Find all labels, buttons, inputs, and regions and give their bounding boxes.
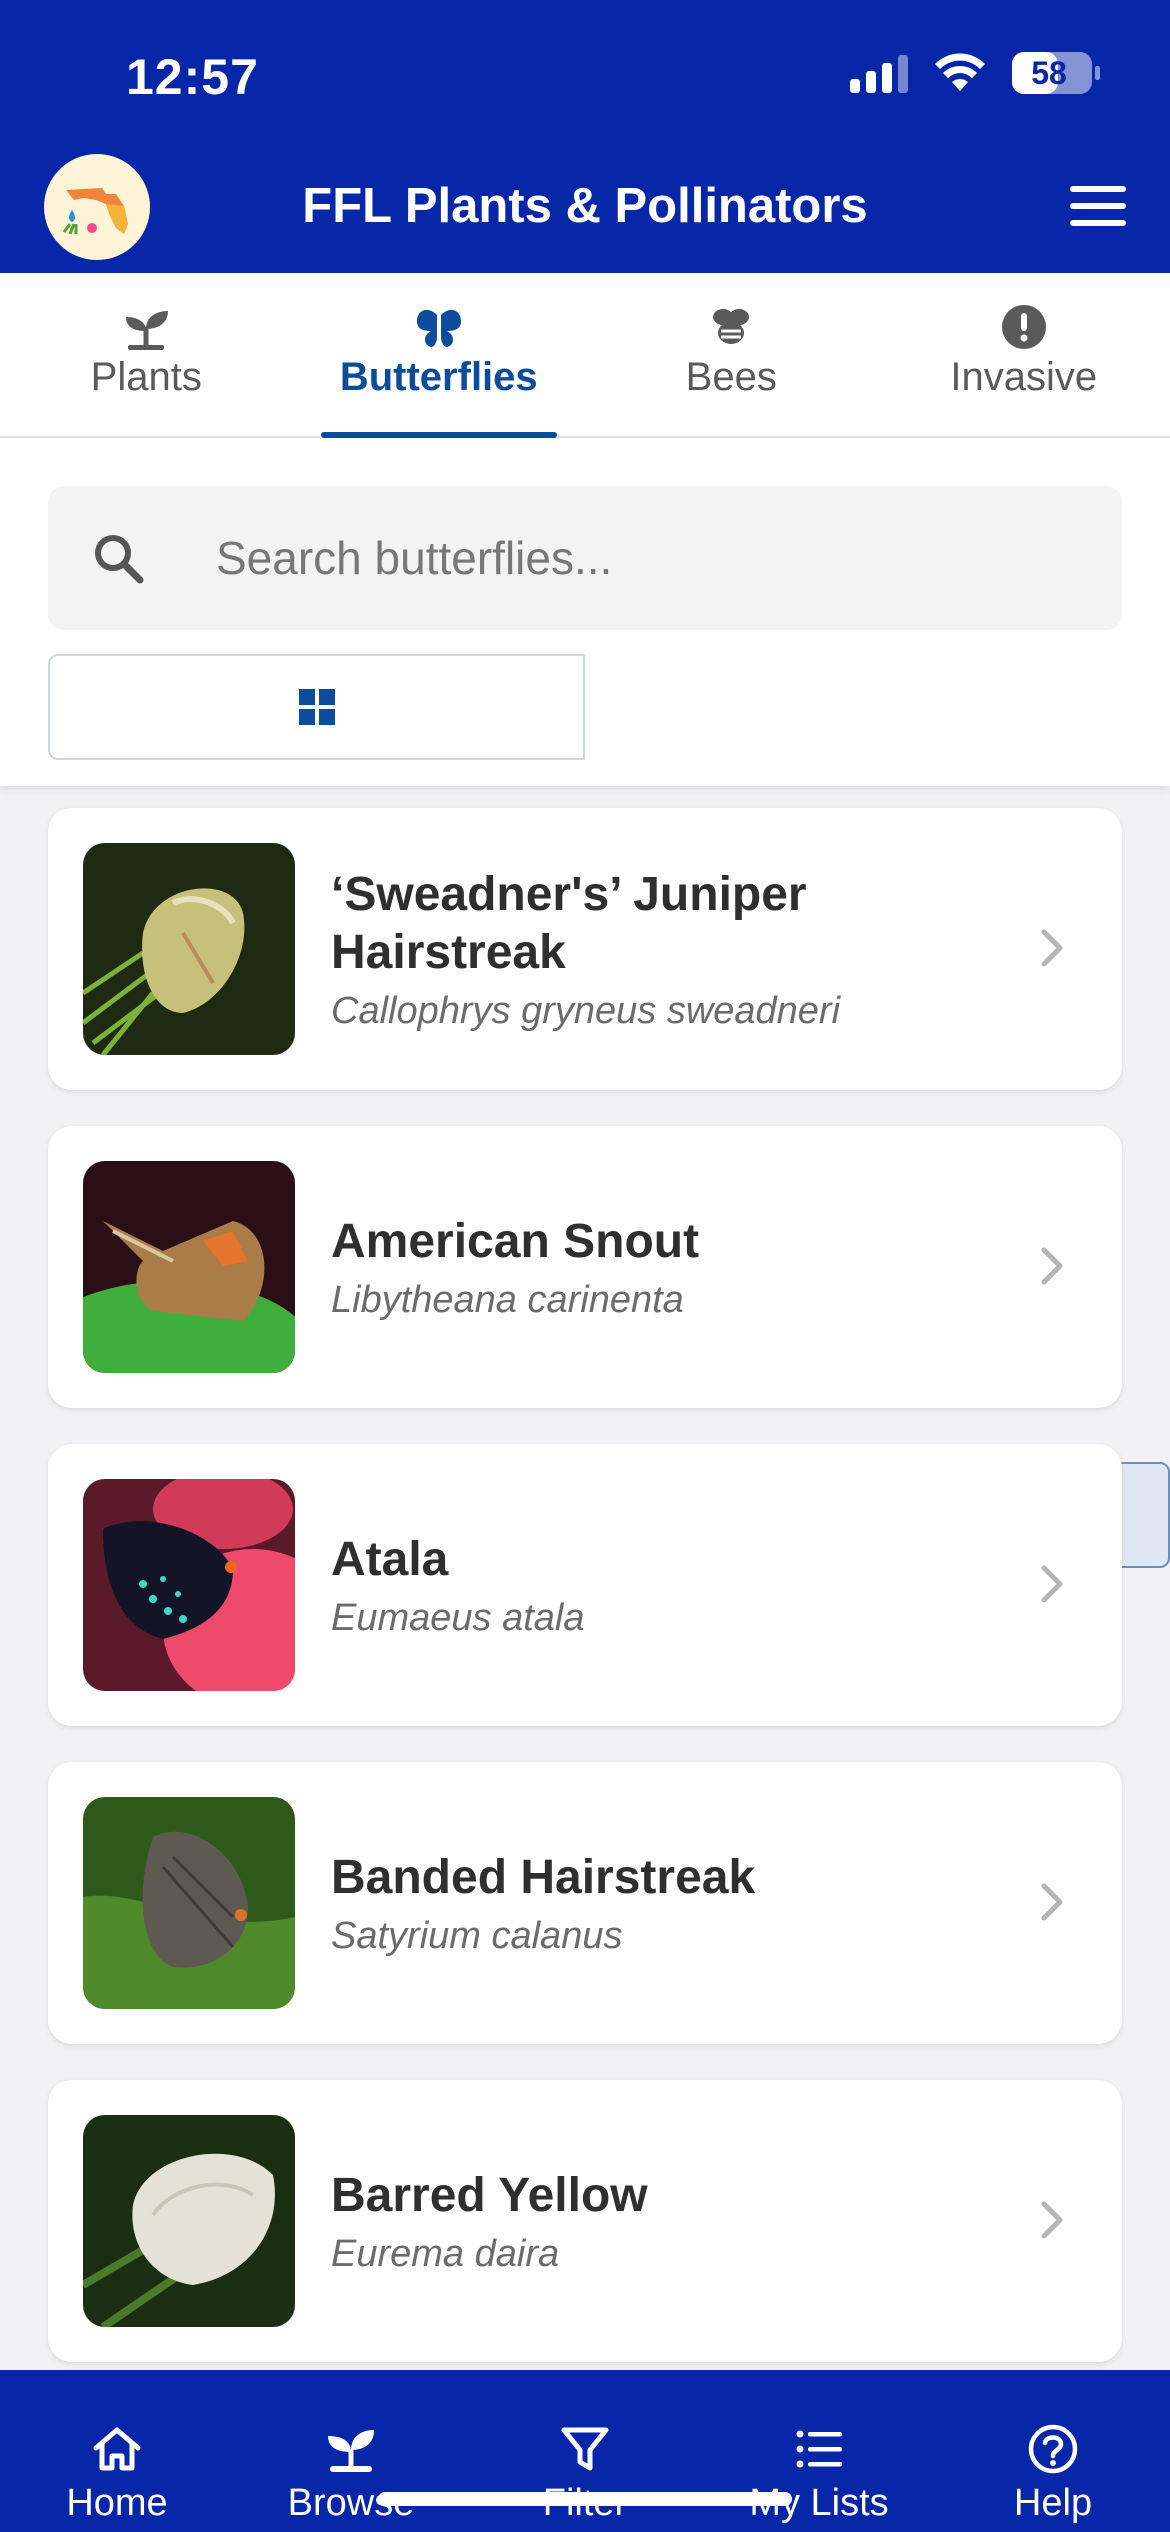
- seedling-icon: [126, 311, 169, 350]
- scientific-name: Satyrium calanus: [331, 1914, 623, 1957]
- tab-bees[interactable]: Bees: [585, 273, 878, 436]
- chevron-right-icon: [1041, 2201, 1063, 2239]
- tab-plants[interactable]: Plants: [0, 273, 293, 436]
- butterfly-photo: [83, 2115, 295, 2327]
- scientific-name: Eumaeus atala: [331, 1596, 585, 1639]
- list-item-text: Atala Eumaeus atala: [331, 1444, 1011, 1726]
- battery-percent: 58: [1031, 55, 1067, 91]
- common-name: ‘Sweadner's’ Juniper Hairstreak: [331, 867, 807, 979]
- nav-home[interactable]: Home: [0, 2370, 234, 2532]
- search-bar[interactable]: [48, 486, 1122, 630]
- grid-icon: [298, 689, 335, 725]
- chevron-right-icon: [1041, 929, 1063, 967]
- wifi-icon: [935, 53, 985, 91]
- list-item-text: American Snout Libytheana carinenta: [331, 1126, 1011, 1408]
- butterfly-photo: [83, 843, 295, 1055]
- home-indicator[interactable]: [378, 2492, 792, 2506]
- butterfly-icon: [416, 309, 461, 347]
- butterfly-list: ‘Sweadner's’ Juniper Hairstreak Callophr…: [48, 808, 1122, 2398]
- scientific-name: Callophrys gryneus sweadneri: [331, 989, 841, 1032]
- nav-help[interactable]: Help: [936, 2370, 1170, 2532]
- status-icons: 58: [850, 52, 1100, 94]
- tab-label: Butterflies: [339, 355, 538, 399]
- list-item[interactable]: Atala Eumaeus atala: [48, 1444, 1122, 1726]
- chevron-right-icon: [1041, 1883, 1063, 1921]
- bottom-navigation: Home Browse Filter My Lists Help: [0, 2370, 1170, 2532]
- filter-icon: [561, 2427, 609, 2471]
- list-item-text: Banded Hairstreak Satyrium calanus: [331, 1762, 1011, 2044]
- search-input[interactable]: [216, 520, 1076, 596]
- list-item[interactable]: Banded Hairstreak Satyrium calanus: [48, 1762, 1122, 2044]
- seedling-icon: [328, 2430, 374, 2472]
- nav-my-lists[interactable]: My Lists: [702, 2370, 936, 2532]
- scientific-name: Eurema daira: [331, 2232, 560, 2275]
- tab-label: Plants: [90, 355, 202, 399]
- common-name: Atala: [331, 1532, 449, 1586]
- view-toggle: [48, 654, 1170, 1568]
- chevron-right-icon: [1041, 1247, 1063, 1285]
- list-icon: [796, 2430, 842, 2468]
- tab-label: Invasive: [950, 355, 1098, 399]
- search-icon: [95, 535, 144, 584]
- list-item[interactable]: American Snout Libytheana carinenta: [48, 1126, 1122, 1408]
- tab-label: Bees: [685, 355, 777, 399]
- common-name: American Snout: [331, 1214, 700, 1268]
- nav-label: Help: [1013, 2482, 1093, 2524]
- search-panel: [0, 438, 1170, 1568]
- tab-butterflies[interactable]: Butterflies: [293, 273, 586, 438]
- list-item[interactable]: Barred Yellow Eurema daira: [48, 2080, 1122, 2362]
- nav-label: Home: [66, 2482, 168, 2524]
- exclamation-circle-icon: [1001, 305, 1046, 349]
- battery-icon: 58: [1012, 52, 1100, 94]
- scientific-name: Libytheana carinenta: [331, 1278, 684, 1321]
- list-item[interactable]: ‘Sweadner's’ Juniper Hairstreak Callophr…: [48, 808, 1122, 1090]
- home-icon: [93, 2427, 141, 2471]
- common-name: Barred Yellow: [331, 2168, 648, 2222]
- chevron-right-icon: [1041, 1565, 1063, 1603]
- butterfly-photo: [83, 1479, 295, 1691]
- tab-invasive[interactable]: Invasive: [878, 273, 1170, 436]
- list-item-text: ‘Sweadner's’ Juniper Hairstreak Callophr…: [331, 808, 1011, 1090]
- list-item-text: Barred Yellow Eurema daira: [331, 2080, 1011, 2362]
- butterfly-photo: [83, 1797, 295, 2009]
- category-tabs: Plants Butterflies Bees Invasive: [0, 273, 1170, 438]
- bee-icon: [713, 309, 750, 344]
- help-circle-icon: [1028, 2424, 1078, 2474]
- status-time: 12:57: [126, 49, 259, 105]
- nav-browse[interactable]: Browse: [234, 2370, 468, 2532]
- nav-filter[interactable]: Filter: [468, 2370, 702, 2532]
- common-name: Banded Hairstreak: [331, 1850, 756, 1904]
- grid-view-button[interactable]: [48, 654, 585, 760]
- hamburger-menu-icon[interactable]: [1070, 186, 1126, 226]
- butterfly-photo: [83, 1161, 295, 1373]
- app-header: 12:57 58 FFL Plants & Pollinators: [0, 0, 1170, 273]
- app-title: FFL Plants & Pollinators: [302, 179, 868, 233]
- cellular-signal-icon: [850, 53, 908, 93]
